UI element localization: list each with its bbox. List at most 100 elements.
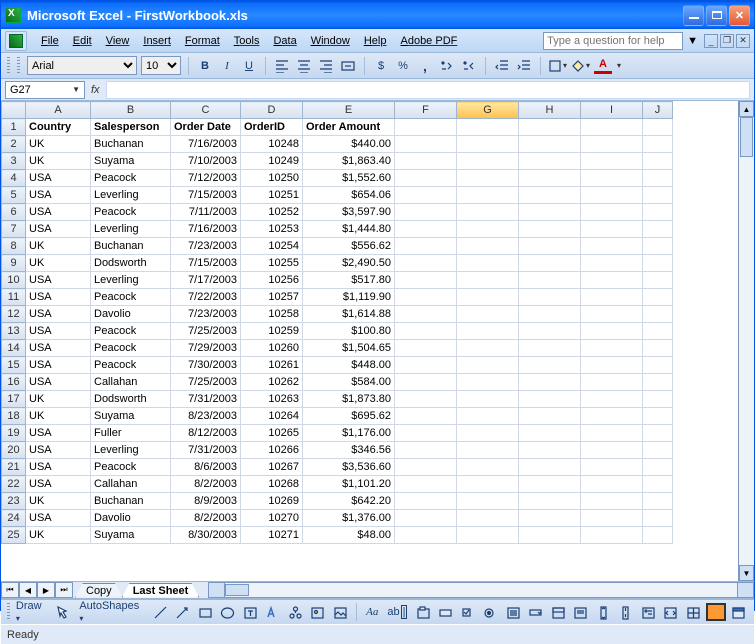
row-header[interactable]: 1 — [2, 119, 26, 136]
row-header[interactable]: 8 — [2, 238, 26, 255]
cell[interactable] — [395, 493, 457, 510]
cell[interactable]: Callahan — [91, 476, 171, 493]
cell[interactable] — [457, 442, 519, 459]
cell[interactable]: UK — [26, 527, 91, 544]
picture-button[interactable] — [331, 602, 351, 622]
column-header-I[interactable]: I — [581, 102, 643, 119]
cell[interactable] — [457, 306, 519, 323]
cell[interactable] — [643, 272, 673, 289]
combo-list-edit-button[interactable] — [548, 602, 568, 622]
column-header-D[interactable]: D — [241, 102, 303, 119]
cell[interactable] — [457, 204, 519, 221]
toolbar-grip[interactable] — [7, 57, 10, 75]
cell[interactable]: Suyama — [91, 408, 171, 425]
cell[interactable]: 7/17/2003 — [171, 272, 241, 289]
cell[interactable]: 8/2/2003 — [171, 476, 241, 493]
currency-button[interactable]: $ — [372, 56, 390, 76]
borders-button[interactable]: ▾ — [548, 56, 567, 76]
cell[interactable]: USA — [26, 340, 91, 357]
decrease-decimal-button[interactable] — [460, 56, 478, 76]
cell[interactable] — [457, 221, 519, 238]
checkbox-button[interactable] — [458, 602, 478, 622]
row-header[interactable]: 15 — [2, 357, 26, 374]
combobox-button[interactable] — [526, 602, 546, 622]
cell[interactable]: $440.00 — [303, 136, 395, 153]
cell[interactable] — [581, 153, 643, 170]
cell[interactable]: 10250 — [241, 170, 303, 187]
cell[interactable]: 7/16/2003 — [171, 221, 241, 238]
cell[interactable]: Buchanan — [91, 136, 171, 153]
cell[interactable]: Fuller — [91, 425, 171, 442]
sheet-tab[interactable]: Copy — [75, 583, 123, 598]
cell[interactable]: UK — [26, 136, 91, 153]
cell[interactable] — [395, 255, 457, 272]
cell[interactable]: $1,614.88 — [303, 306, 395, 323]
cell[interactable] — [519, 238, 581, 255]
cell[interactable]: Buchanan — [91, 238, 171, 255]
cell[interactable]: 10254 — [241, 238, 303, 255]
cell[interactable]: USA — [26, 323, 91, 340]
cell[interactable] — [395, 527, 457, 544]
cell[interactable] — [581, 306, 643, 323]
cell[interactable]: USA — [26, 357, 91, 374]
cell[interactable]: $584.00 — [303, 374, 395, 391]
minimize-button[interactable] — [683, 5, 704, 26]
cell[interactable]: USA — [26, 459, 91, 476]
cell[interactable]: USA — [26, 306, 91, 323]
cell[interactable]: $1,176.00 — [303, 425, 395, 442]
cell[interactable]: USA — [26, 442, 91, 459]
cell[interactable]: 8/23/2003 — [171, 408, 241, 425]
cell[interactable]: USA — [26, 204, 91, 221]
cell[interactable]: 7/31/2003 — [171, 391, 241, 408]
group-box-button[interactable] — [413, 602, 433, 622]
tab-nav-last[interactable]: ⏭ — [55, 582, 73, 598]
cell[interactable]: Peacock — [91, 357, 171, 374]
run-dialog-button[interactable] — [729, 602, 749, 622]
cell[interactable] — [643, 510, 673, 527]
cell[interactable] — [519, 153, 581, 170]
menu-view[interactable]: View — [100, 33, 136, 49]
cell[interactable]: 10255 — [241, 255, 303, 272]
menu-data[interactable]: Data — [267, 33, 302, 49]
cell[interactable] — [457, 459, 519, 476]
scrollbar-button[interactable] — [593, 602, 613, 622]
cell[interactable]: Dodsworth — [91, 391, 171, 408]
cell[interactable] — [643, 289, 673, 306]
cell[interactable] — [457, 476, 519, 493]
row-header[interactable]: 6 — [2, 204, 26, 221]
cell[interactable]: Suyama — [91, 153, 171, 170]
cell[interactable] — [581, 391, 643, 408]
cell[interactable] — [643, 459, 673, 476]
cell[interactable] — [395, 289, 457, 306]
increase-indent-button[interactable] — [515, 56, 533, 76]
cell[interactable] — [519, 221, 581, 238]
row-header[interactable]: 23 — [2, 493, 26, 510]
cell[interactable] — [519, 136, 581, 153]
cell[interactable]: Peacock — [91, 289, 171, 306]
tab-nav-first[interactable]: ⏮ — [1, 582, 19, 598]
cell[interactable] — [581, 187, 643, 204]
cell[interactable] — [581, 136, 643, 153]
cell[interactable] — [643, 476, 673, 493]
draw-menu[interactable]: Draw ▾ — [13, 600, 51, 624]
cell[interactable]: $1,101.20 — [303, 476, 395, 493]
row-header[interactable]: 9 — [2, 255, 26, 272]
cell[interactable] — [519, 442, 581, 459]
cell[interactable]: $517.80 — [303, 272, 395, 289]
row-header[interactable]: 12 — [2, 306, 26, 323]
cell[interactable] — [395, 221, 457, 238]
cell[interactable] — [581, 238, 643, 255]
line-button[interactable] — [151, 602, 171, 622]
cell[interactable] — [581, 272, 643, 289]
cell[interactable]: Country — [26, 119, 91, 136]
cell[interactable] — [581, 119, 643, 136]
cell[interactable]: 10268 — [241, 476, 303, 493]
cell[interactable]: 10262 — [241, 374, 303, 391]
cell[interactable] — [519, 476, 581, 493]
cell[interactable]: 10269 — [241, 493, 303, 510]
cell[interactable]: 7/16/2003 — [171, 136, 241, 153]
vertical-scrollbar[interactable]: ▲ ▼ — [738, 101, 754, 581]
cell[interactable]: Suyama — [91, 527, 171, 544]
cell[interactable] — [395, 510, 457, 527]
cell[interactable]: 10260 — [241, 340, 303, 357]
